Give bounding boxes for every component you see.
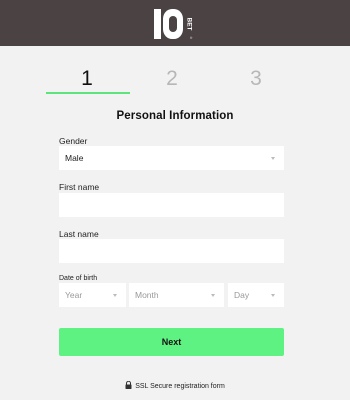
dob-day-value: Day (234, 290, 250, 300)
step-3[interactable]: 3 (236, 66, 276, 92)
ssl-secure-note: SSL Secure registration form (0, 380, 350, 391)
chevron-down-icon (113, 294, 117, 297)
dob-month-select[interactable]: Month (129, 283, 224, 307)
first-name-field-wrapper (59, 193, 284, 217)
gender-select[interactable]: Male (59, 146, 284, 170)
app-header: BET ® (0, 0, 350, 46)
next-button[interactable]: Next (59, 328, 284, 356)
active-step-underline (46, 92, 130, 94)
dob-year-select[interactable]: Year (59, 283, 126, 307)
section-title: Personal Information (116, 110, 234, 122)
logo-text: BET (186, 18, 193, 31)
logo-graphic: BET ® (154, 9, 193, 40)
dob-month-value: Month (135, 290, 159, 300)
first-name-field[interactable] (59, 193, 284, 217)
chevron-down-icon (211, 294, 215, 297)
last-name-field-wrapper (59, 239, 284, 263)
gender-value: Male (65, 153, 84, 163)
step-1[interactable]: 1 (67, 66, 107, 92)
step-2[interactable]: 2 (152, 66, 192, 92)
chevron-down-icon (271, 157, 275, 160)
gender-label: Gender (59, 136, 88, 146)
ssl-secure-text: SSL Secure registration form (135, 383, 225, 390)
last-name-label: Last name (59, 229, 99, 239)
svg-text:®: ® (190, 36, 193, 40)
dob-year-value: Year (65, 290, 83, 300)
dob-day-select[interactable]: Day (228, 283, 284, 307)
dob-label: Date of birth (59, 275, 98, 282)
first-name-label: First name (59, 182, 100, 192)
lock-icon (125, 380, 132, 391)
10bet-logo-icon[interactable]: BET ® (151, 7, 197, 41)
last-name-field[interactable] (59, 239, 284, 263)
chevron-down-icon (271, 294, 275, 297)
